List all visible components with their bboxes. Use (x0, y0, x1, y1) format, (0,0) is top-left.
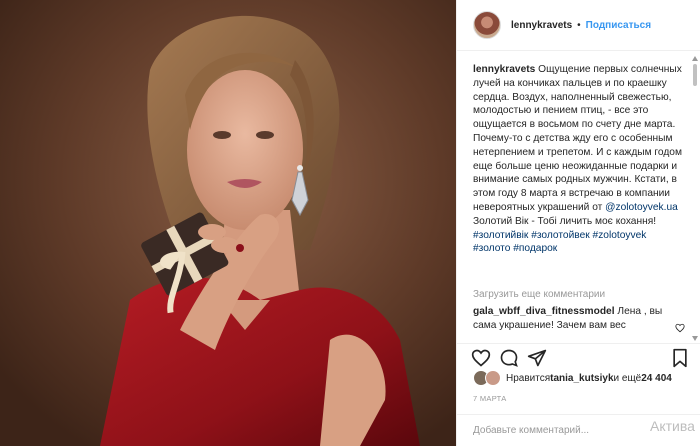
heart-icon[interactable] (471, 348, 491, 368)
caption-text: Ощущение первых солнечных лучей на кончи… (473, 64, 682, 213)
add-comment-input[interactable]: Добавьте комментарий... (473, 425, 589, 436)
hashtag-link[interactable]: #zolotoyvek (593, 230, 647, 241)
hashtag-link[interactable]: #золото (473, 243, 510, 254)
likes-user-link[interactable]: tania_kutsiyk (550, 373, 613, 384)
likes-mid: и ещё (613, 372, 642, 384)
comments-scrollbar[interactable] (692, 56, 698, 341)
comment-username[interactable]: gala_wbff_diva_fitnessmodel (473, 306, 615, 317)
load-more-comments[interactable]: Загрузить еще комментарии (473, 289, 605, 300)
comment-icon[interactable] (499, 348, 519, 368)
mention-link[interactable]: @zolotoyvek.ua (605, 202, 678, 213)
hashtag-link[interactable]: #золотийвік (473, 230, 528, 241)
avatar[interactable] (473, 11, 501, 39)
comment-like-icon[interactable] (675, 323, 685, 333)
action-bar (457, 343, 700, 370)
share-icon[interactable] (527, 348, 547, 368)
portrait-image (0, 0, 456, 446)
activation-watermark: Актива (650, 418, 695, 434)
post-caption: lennykravets Ощущение первых солнечных л… (473, 63, 685, 256)
liker-avatar[interactable] (485, 370, 501, 386)
post-sidebar: lennykravets • Подписаться lennykravets … (456, 0, 700, 446)
instagram-post: lennykravets • Подписаться lennykravets … (0, 0, 700, 446)
hashtag-link[interactable]: #золотойвек (531, 230, 590, 241)
separator-dot: • (577, 19, 581, 31)
likes-count[interactable]: 24 404 (641, 373, 672, 384)
likes-prefix: Нравится (506, 372, 551, 384)
hashtag-link[interactable]: #подарок (513, 243, 557, 254)
caption-username[interactable]: lennykravets (473, 64, 535, 75)
caption-line2: Золотий Вік - Тобі личить моє кохання! (473, 215, 657, 227)
post-header: lennykravets • Подписаться (457, 0, 700, 51)
likes-summary: Нравится tania_kutsiyk и ещё 24 404 (473, 370, 672, 386)
post-date[interactable]: 7 МАРТА (473, 394, 507, 403)
username-link[interactable]: lennykravets (511, 20, 572, 31)
follow-button[interactable]: Подписаться (586, 20, 651, 31)
bookmark-icon[interactable] (671, 348, 689, 368)
comment-item: gala_wbff_diva_fitnessmodel Лена , вы са… (473, 305, 673, 333)
post-photo[interactable] (0, 0, 456, 446)
